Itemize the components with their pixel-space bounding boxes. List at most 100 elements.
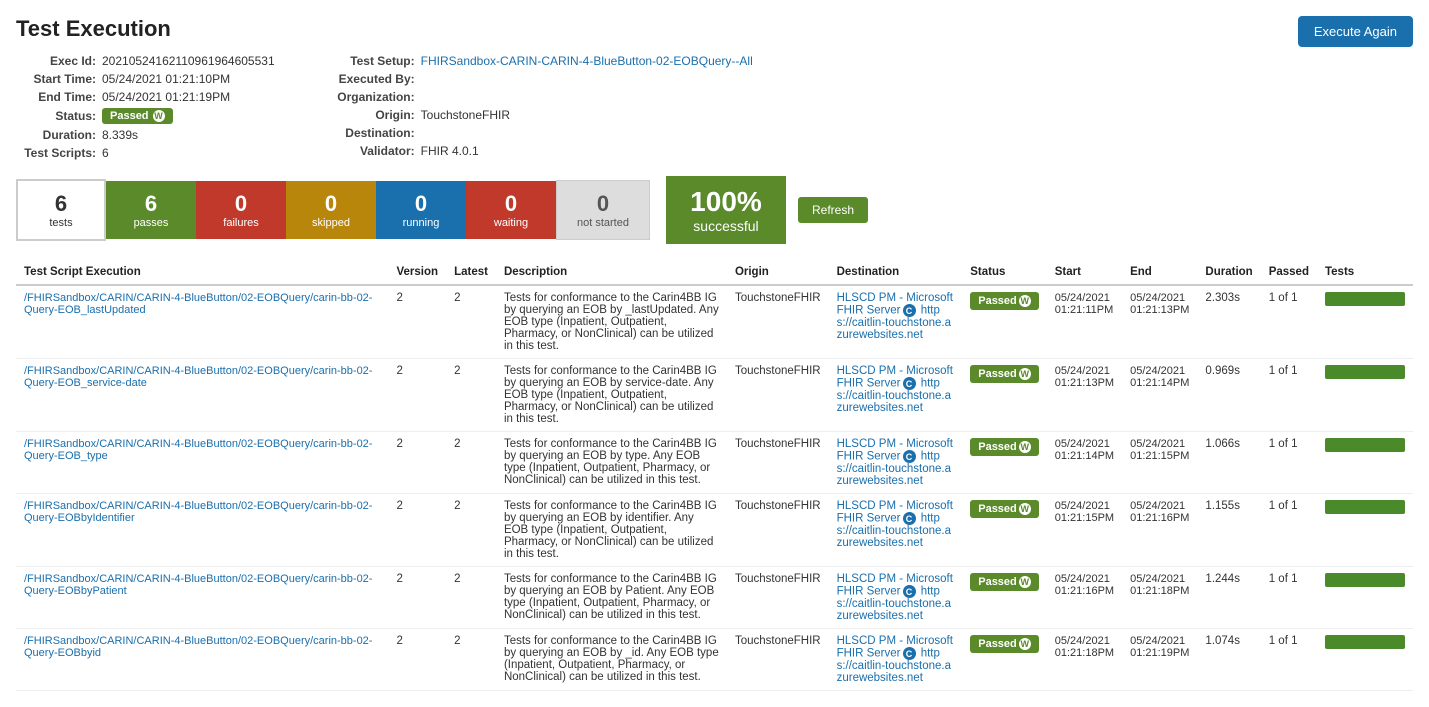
waiting-number: 0 (505, 191, 517, 217)
c-icon: C (903, 377, 916, 390)
passes-label: passes (134, 217, 169, 229)
waiting-label: waiting (494, 217, 528, 229)
w-badge-icon: W (1019, 368, 1031, 380)
destination-cell: HLSCD PM - Microsoft FHIR ServerC https:… (829, 567, 963, 629)
header-left: Exec Id: 20210524162110961964605531 Star… (16, 54, 275, 160)
duration-cell: 1.155s (1197, 494, 1260, 567)
failures-number: 0 (235, 191, 247, 217)
latest-cell: 2 (446, 432, 496, 494)
progress-bar (1325, 292, 1405, 306)
description-cell: Tests for conformance to the Carin4BB IG… (496, 567, 727, 629)
script-link[interactable]: /FHIRSandbox/CARIN/CARIN-4-BlueButton/02… (24, 635, 381, 659)
c-icon: C (903, 647, 916, 660)
script-link[interactable]: /FHIRSandbox/CARIN/CARIN-4-BlueButton/02… (24, 365, 381, 389)
tests-cell (1317, 285, 1413, 359)
version-cell: 2 (389, 629, 447, 691)
description-cell: Tests for conformance to the Carin4BB IG… (496, 494, 727, 567)
table-row: /FHIRSandbox/CARIN/CARIN-4-BlueButton/02… (16, 359, 1413, 432)
col-script: Test Script Execution (16, 260, 389, 285)
running-label: running (403, 217, 440, 229)
c-icon: C (903, 450, 916, 463)
w-badge-icon: W (1019, 441, 1031, 453)
status-cell: PassedW (962, 567, 1047, 629)
tests-cell (1317, 359, 1413, 432)
status-label: Status: (16, 109, 96, 123)
test-scripts-value: 6 (102, 146, 109, 160)
end-cell: 05/24/2021 01:21:14PM (1122, 359, 1197, 432)
passed-cell: 1 of 1 (1261, 629, 1317, 691)
results-table: Test Script Execution Version Latest Des… (16, 260, 1413, 691)
not-started-number: 0 (597, 191, 609, 217)
latest-cell: 2 (446, 494, 496, 567)
start-cell: 05/24/2021 01:21:11PM (1047, 285, 1122, 359)
col-duration: Duration (1197, 260, 1260, 285)
test-scripts-label: Test Scripts: (16, 146, 96, 160)
table-row: /FHIRSandbox/CARIN/CARIN-4-BlueButton/02… (16, 567, 1413, 629)
end-cell: 05/24/2021 01:21:19PM (1122, 629, 1197, 691)
col-start: Start (1047, 260, 1122, 285)
script-link[interactable]: /FHIRSandbox/CARIN/CARIN-4-BlueButton/02… (24, 438, 381, 462)
latest-cell: 2 (446, 285, 496, 359)
origin-cell: TouchstoneFHIR (727, 432, 829, 494)
duration-cell: 1.074s (1197, 629, 1260, 691)
test-setup-label: Test Setup: (335, 54, 415, 68)
destination-cell: HLSCD PM - Microsoft FHIR ServerC https:… (829, 629, 963, 691)
running-number: 0 (415, 191, 427, 217)
progress-bar (1325, 573, 1405, 587)
stat-failures: 0 failures (196, 181, 286, 239)
skipped-number: 0 (325, 191, 337, 217)
col-latest: Latest (446, 260, 496, 285)
page-title: Test Execution (16, 16, 1413, 42)
start-cell: 05/24/2021 01:21:15PM (1047, 494, 1122, 567)
script-link[interactable]: /FHIRSandbox/CARIN/CARIN-4-BlueButton/02… (24, 500, 381, 524)
col-origin: Origin (727, 260, 829, 285)
exec-id-label: Exec Id: (16, 54, 96, 68)
stat-waiting: 0 waiting (466, 181, 556, 239)
duration-cell: 1.066s (1197, 432, 1260, 494)
origin-cell: TouchstoneFHIR (727, 285, 829, 359)
col-description: Description (496, 260, 727, 285)
end-time-value: 05/24/2021 01:21:19PM (102, 90, 230, 104)
organization-label: Organization: (335, 90, 415, 104)
origin-cell: TouchstoneFHIR (727, 567, 829, 629)
col-destination: Destination (829, 260, 963, 285)
execute-again-button[interactable]: Execute Again (1298, 16, 1413, 47)
start-time-value: 05/24/2021 01:21:10PM (102, 72, 230, 86)
tests-label: tests (49, 217, 72, 229)
test-setup-link[interactable]: FHIRSandbox-CARIN-CARIN-4-BlueButton-02-… (421, 54, 753, 68)
stat-passes: 6 passes (106, 181, 196, 239)
tests-cell (1317, 629, 1413, 691)
origin-cell: TouchstoneFHIR (727, 629, 829, 691)
status-badge: Passed W (102, 108, 173, 124)
col-status: Status (962, 260, 1047, 285)
origin-cell: TouchstoneFHIR (727, 359, 829, 432)
passes-number: 6 (145, 191, 157, 217)
origin-cell: TouchstoneFHIR (727, 494, 829, 567)
c-icon: C (903, 585, 916, 598)
header-right: Test Setup: FHIRSandbox-CARIN-CARIN-4-Bl… (335, 54, 753, 160)
passed-cell: 1 of 1 (1261, 494, 1317, 567)
skipped-label: skipped (312, 217, 350, 229)
refresh-button[interactable]: Refresh (798, 197, 868, 223)
header-section: Exec Id: 20210524162110961964605531 Star… (16, 54, 1413, 160)
script-link[interactable]: /FHIRSandbox/CARIN/CARIN-4-BlueButton/02… (24, 573, 381, 597)
passed-cell: 1 of 1 (1261, 567, 1317, 629)
start-cell: 05/24/2021 01:21:18PM (1047, 629, 1122, 691)
destination-cell: HLSCD PM - Microsoft FHIR ServerC https:… (829, 494, 963, 567)
success-label: successful (693, 218, 758, 234)
duration-cell: 2.303s (1197, 285, 1260, 359)
end-cell: 05/24/2021 01:21:16PM (1122, 494, 1197, 567)
progress-bar (1325, 500, 1405, 514)
passed-badge: PassedW (970, 500, 1039, 518)
version-cell: 2 (389, 494, 447, 567)
stat-skipped: 0 skipped (286, 181, 376, 239)
tests-cell (1317, 567, 1413, 629)
description-cell: Tests for conformance to the Carin4BB IG… (496, 432, 727, 494)
exec-id-value: 20210524162110961964605531 (102, 54, 275, 68)
c-icon: C (903, 304, 916, 317)
script-link[interactable]: /FHIRSandbox/CARIN/CARIN-4-BlueButton/02… (24, 292, 381, 316)
description-cell: Tests for conformance to the Carin4BB IG… (496, 285, 727, 359)
progress-bar (1325, 438, 1405, 452)
progress-bar (1325, 635, 1405, 649)
c-icon: C (903, 512, 916, 525)
